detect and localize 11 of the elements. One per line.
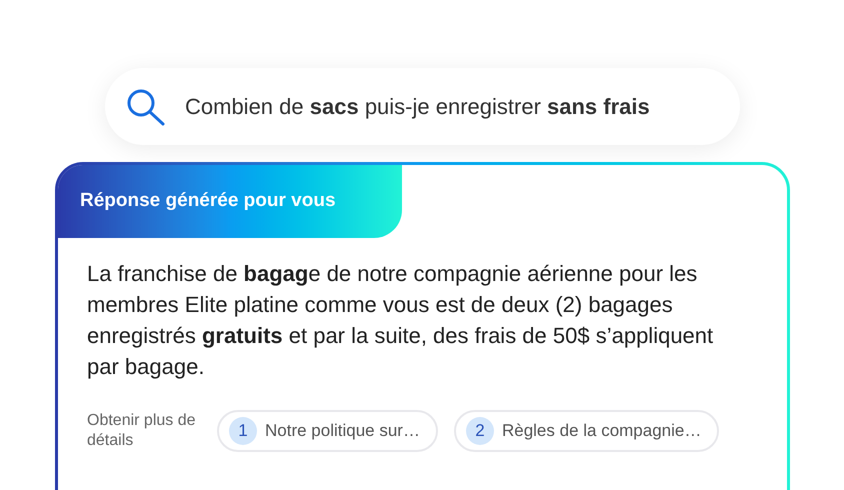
source-label: Règles de la compagnie…: [502, 420, 702, 442]
answer-header: Réponse générée pour vous: [58, 165, 402, 238]
source-label: Notre politique sur…: [265, 420, 420, 442]
search-query: Combien de sacs puis-je enregistrer sans frais: [185, 93, 650, 121]
details-label: Obtenir plus de détails: [87, 411, 197, 451]
source-number: 1: [229, 417, 257, 445]
source-chip[interactable]: 1 Notre politique sur…: [217, 410, 438, 452]
answer-text: La franchise de bagage de notre compagnie aérienne pour les membres Elite platine comme vous est de deux (2) bagages enregistrés gratuits et par la suite, des frais de 50$ s’appliquent par bagage.: [87, 260, 714, 381]
source-number: 2: [466, 417, 494, 445]
source-chip[interactable]: 2 Règles de la compagnie…: [454, 410, 720, 452]
search-bar[interactable]: Combien de sacs puis-je enregistrer sans frais: [105, 68, 740, 145]
